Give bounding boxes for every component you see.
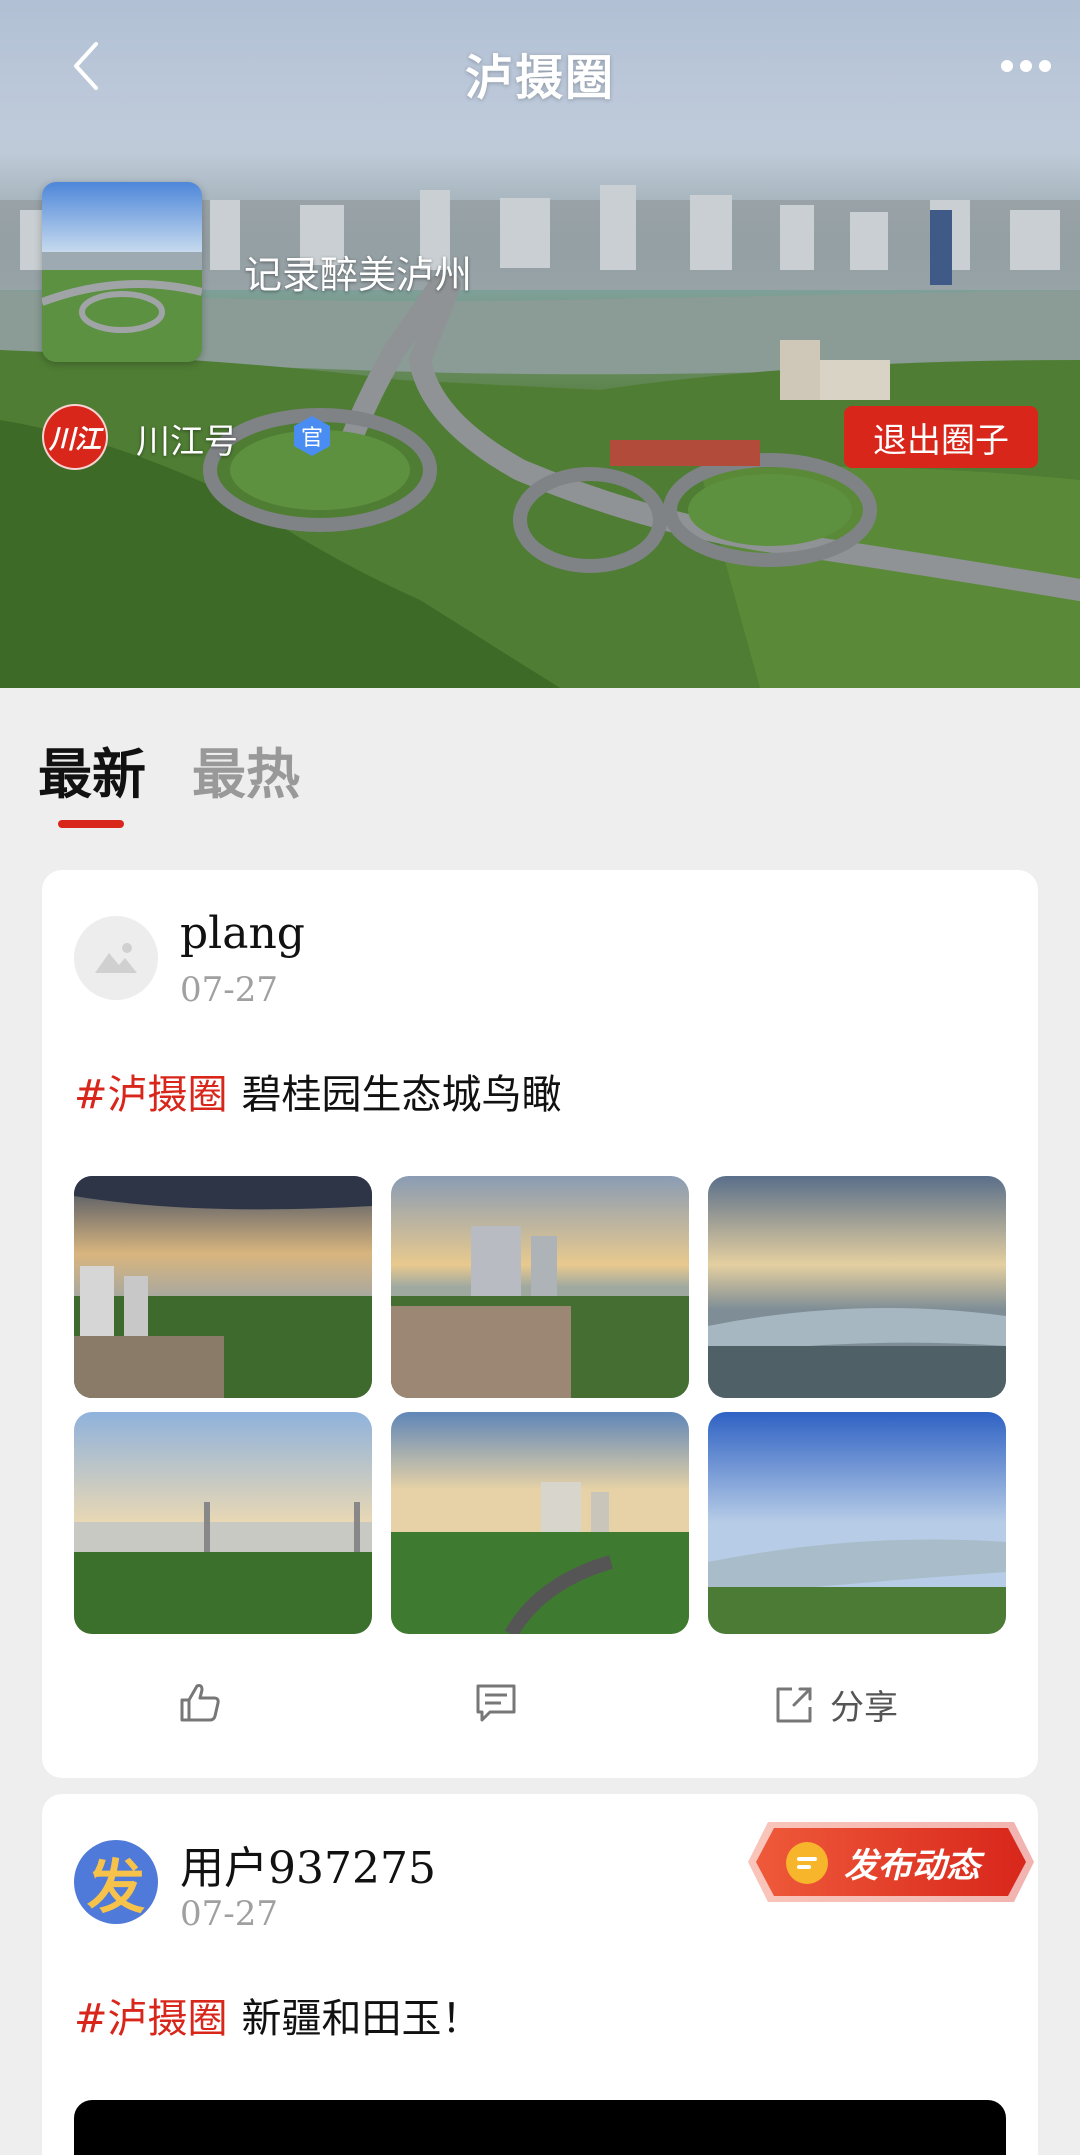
publish-label: 发布动态 — [844, 1846, 980, 1886]
owner-avatar[interactable]: 川江 — [42, 404, 108, 470]
page-title: 泸摄圈 — [464, 50, 615, 106]
post-video[interactable] — [74, 2100, 1006, 2155]
post-image[interactable] — [74, 1176, 372, 1398]
more-options-button[interactable] — [996, 46, 1056, 86]
circle-cover-thumbnail — [42, 182, 202, 362]
post-image-grid — [74, 1176, 1006, 1636]
post-text: 新疆和田玉！ — [241, 1996, 482, 2042]
post-card[interactable]: plang 07-27 #泸摄圈 碧桂园生态城鸟瞰 分享 — [42, 870, 1038, 1778]
post-image[interactable] — [391, 1412, 689, 1634]
share-icon — [776, 1687, 812, 1722]
post-content: #泸摄圈 碧桂园生态城鸟瞰 — [74, 1062, 562, 1120]
post-date: 07-27 — [180, 970, 279, 1010]
like-button[interactable] — [178, 1680, 222, 1724]
post-hashtag[interactable]: #泸摄圈 — [74, 1996, 228, 2042]
post-image[interactable] — [391, 1176, 689, 1398]
more-dots-icon — [1001, 60, 1051, 72]
navigation-bar: 泸摄圈 — [0, 0, 1080, 140]
post-content: #泸摄圈 新疆和田玉！ — [74, 1986, 482, 2044]
circle-header-banner: 泸摄圈 记录醉美泸州 川江 川江号 官 退出圈子 — [0, 0, 1080, 688]
post-actions: 分享 — [42, 1680, 1038, 1780]
user-avatar[interactable] — [74, 916, 158, 1000]
image-placeholder-icon — [95, 943, 137, 973]
user-avatar[interactable]: 发 — [74, 1840, 158, 1924]
active-tab-indicator — [58, 820, 124, 828]
post-image[interactable] — [708, 1176, 1006, 1398]
post-date: 07-27 — [180, 1894, 279, 1934]
owner-name[interactable]: 川江号 — [136, 414, 238, 463]
tab-hot[interactable]: 最热 — [192, 730, 300, 809]
feed-tabs: 最新 最热 — [0, 730, 1080, 830]
thumbs-up-icon — [180, 1684, 220, 1722]
post-hashtag[interactable]: #泸摄圈 — [74, 1072, 228, 1118]
circle-description: 记录醉美泸州 — [244, 253, 473, 297]
post-author[interactable]: plang — [180, 908, 305, 959]
share-label: 分享 — [830, 1688, 898, 1728]
share-button[interactable]: 分享 — [772, 1680, 898, 1729]
tab-latest[interactable]: 最新 — [38, 730, 146, 809]
post-image[interactable] — [708, 1412, 1006, 1634]
publish-post-button[interactable]: 发布动态 — [746, 1820, 1036, 1904]
publish-icon — [786, 1842, 828, 1884]
post-author[interactable]: 用户937275 — [180, 1832, 436, 1896]
exit-circle-button[interactable]: 退出圈子 — [844, 406, 1038, 468]
post-text: 碧桂园生态城鸟瞰 — [241, 1072, 562, 1118]
comment-button[interactable] — [474, 1680, 518, 1724]
post-image[interactable] — [74, 1412, 372, 1634]
comment-icon — [476, 1684, 516, 1722]
